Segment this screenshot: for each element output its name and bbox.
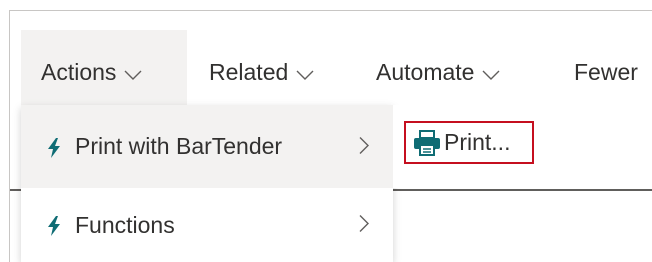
chevron-right-icon bbox=[359, 133, 369, 160]
tab-fewer-label: Fewer bbox=[574, 59, 638, 85]
tab-related-label: Related bbox=[209, 59, 289, 85]
menu-item-label: Print with BarTender bbox=[75, 133, 283, 159]
bartender-submenu: Print... bbox=[393, 105, 652, 188]
chevron-down-icon bbox=[124, 59, 142, 86]
chevron-right-icon bbox=[359, 212, 369, 239]
menu-item-functions[interactable]: Functions bbox=[21, 188, 393, 262]
page-frame: Actions Related Automate Fewer Print wit… bbox=[9, 10, 652, 262]
print-button[interactable]: Print... bbox=[404, 121, 534, 164]
tab-actions-label: Actions bbox=[41, 59, 117, 85]
chevron-down-icon bbox=[482, 59, 500, 86]
lightning-bolt-icon bbox=[47, 137, 61, 158]
tab-automate-label: Automate bbox=[376, 59, 475, 85]
actions-dropdown-menu: Print with BarTender Functions bbox=[21, 105, 393, 262]
chevron-down-icon bbox=[296, 59, 314, 86]
tab-fewer[interactable]: Fewer bbox=[574, 30, 638, 115]
print-button-label: Print... bbox=[444, 129, 511, 155]
tab-related[interactable]: Related bbox=[209, 30, 314, 115]
menu-item-print-with-bartender[interactable]: Print with BarTender bbox=[21, 105, 393, 188]
menu-item-label: Functions bbox=[75, 211, 175, 238]
lightning-bolt-icon bbox=[47, 215, 61, 236]
tab-actions[interactable]: Actions bbox=[21, 30, 187, 115]
action-bar: Actions Related Automate Fewer bbox=[10, 30, 652, 115]
printer-icon bbox=[413, 129, 441, 156]
tab-automate[interactable]: Automate bbox=[376, 30, 500, 115]
